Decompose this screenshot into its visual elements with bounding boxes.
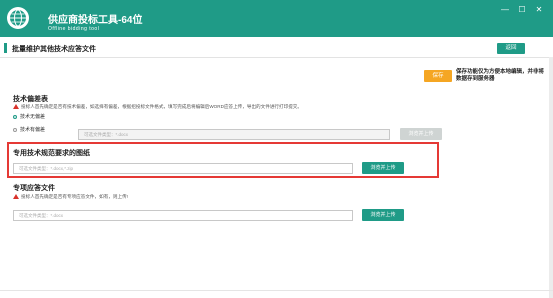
deviation-upload-button[interactable]: 浏览并上传 bbox=[400, 128, 442, 140]
radio-has-deviation[interactable]: 技术有偏差 bbox=[13, 126, 45, 133]
app-title: 供应商投标工具-64位 bbox=[48, 15, 143, 26]
warning-triangle-icon bbox=[13, 104, 19, 109]
special-file-input[interactable]: 可选文件类型：*.docx bbox=[13, 210, 353, 221]
drawings-upload-button[interactable]: 浏览并上传 bbox=[362, 162, 404, 174]
bottom-divider bbox=[0, 290, 553, 291]
header-accent-bar bbox=[4, 43, 7, 53]
title-bar: 供应商投标工具-64位 Offline bidding tool — ☐ ✕ bbox=[0, 0, 553, 37]
section-title-special: 专项应答文件 bbox=[13, 185, 55, 192]
close-button[interactable]: ✕ bbox=[534, 5, 544, 15]
special-note: 投标人首先确定是否有专项应答文件，如有，则上传! bbox=[13, 194, 128, 200]
save-note: 保存功能仅为方便本地编辑，并非将数据存到服务器 bbox=[456, 69, 545, 82]
section-title-deviation: 技术偏差表 bbox=[13, 96, 48, 103]
special-upload-button[interactable]: 浏览并上传 bbox=[362, 209, 404, 221]
deviation-note: 投标人首先确定是否有技术偏差，如选择有偏差，根据招投标文件格式，填写完成后将编辑… bbox=[13, 104, 302, 110]
scrollbar[interactable] bbox=[549, 57, 553, 298]
globe-logo-icon bbox=[7, 7, 29, 29]
app-subtitle: Offline bidding tool bbox=[48, 26, 100, 32]
minimize-button[interactable]: — bbox=[500, 5, 510, 15]
radio-selected-icon bbox=[13, 115, 17, 119]
page-header: 批量维护其他技术应答文件 返回 bbox=[0, 37, 553, 58]
page-title: 批量维护其他技术应答文件 bbox=[12, 46, 96, 53]
drawings-file-input[interactable]: 可选文件类型：*.docx,*.zip bbox=[13, 163, 353, 174]
deviation-file-input[interactable]: 可选文件类型：*.docx bbox=[78, 129, 390, 140]
section-title-drawings: 专用技术规范要求的图纸 bbox=[13, 150, 90, 157]
back-button[interactable]: 返回 bbox=[497, 43, 525, 54]
radio-unselected-icon bbox=[13, 128, 17, 132]
warning-triangle-icon bbox=[13, 194, 19, 199]
radio-no-deviation[interactable]: 技术无偏差 bbox=[13, 113, 45, 120]
save-button[interactable]: 保存 bbox=[424, 70, 452, 82]
maximize-button[interactable]: ☐ bbox=[517, 5, 527, 15]
